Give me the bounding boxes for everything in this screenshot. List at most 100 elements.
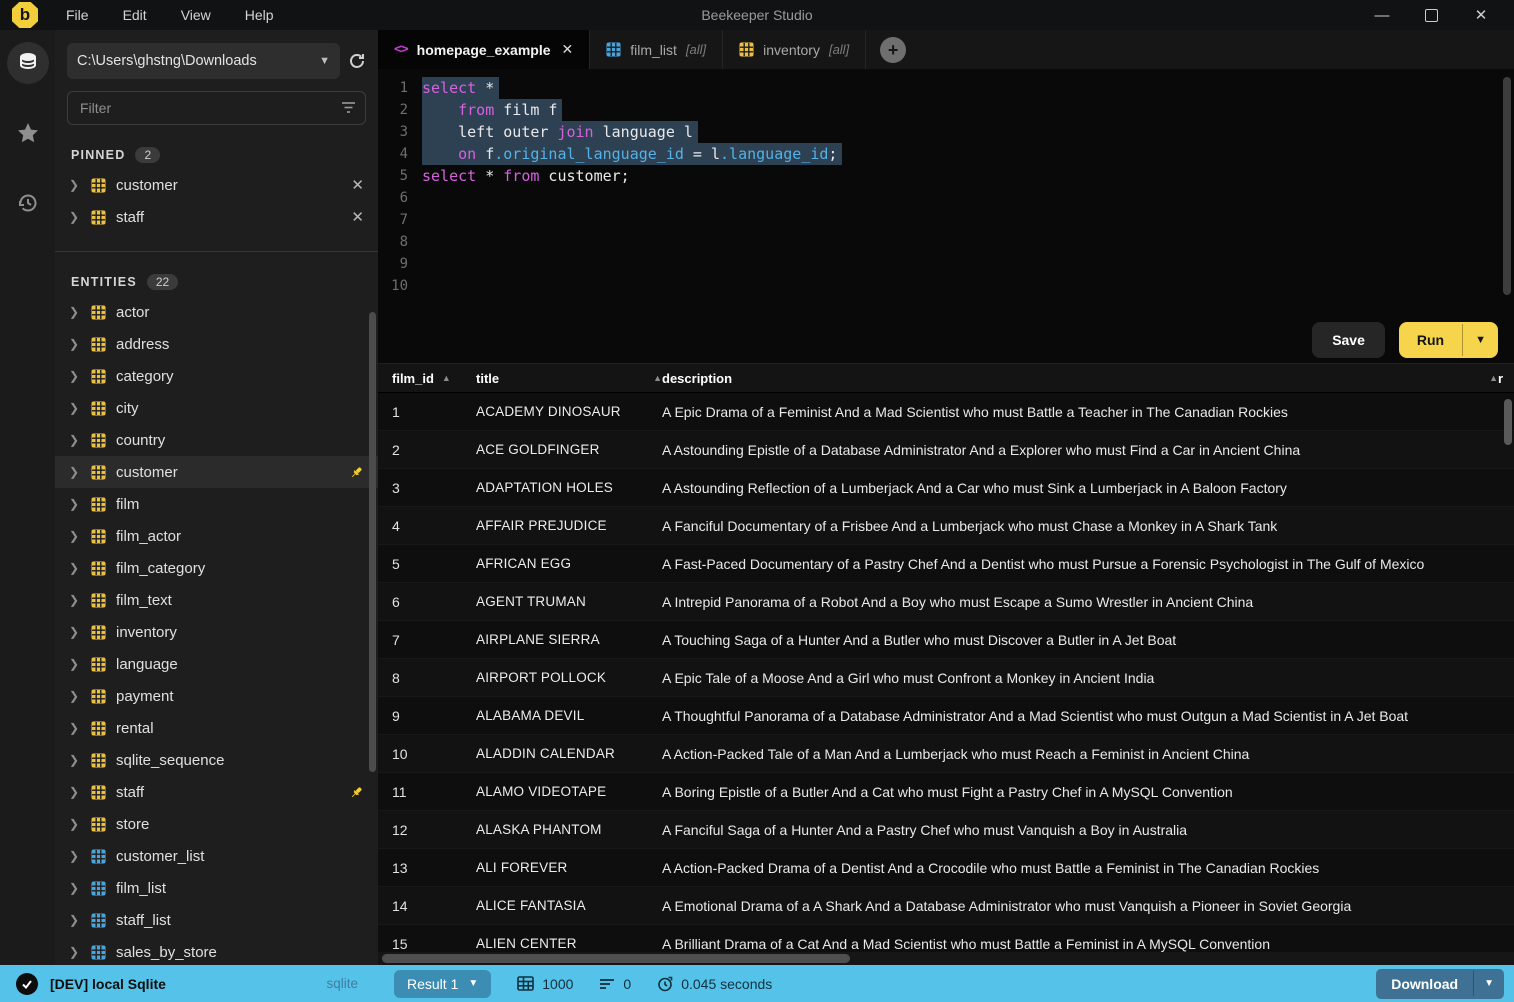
tab-inventory[interactable]: inventory [all]	[723, 30, 867, 69]
chevron-right-icon[interactable]: ❯	[69, 305, 85, 319]
chevron-right-icon[interactable]: ❯	[69, 817, 85, 831]
table-row[interactable]: 10 ALADDIN CALENDAR A Action-Packed Tale o…	[378, 735, 1514, 773]
chevron-right-icon[interactable]: ❯	[69, 881, 85, 895]
sidebar-item-address[interactable]: ❯ address	[55, 328, 378, 360]
sort-asc-icon[interactable]: ▲	[442, 373, 451, 383]
column-header-film_id[interactable]: film_id ▲	[392, 371, 476, 386]
results-horizontal-scrollbar[interactable]	[378, 952, 1514, 965]
table-row[interactable]: 6 AGENT TRUMAN A Intrepid Panorama of a Ro…	[378, 583, 1514, 621]
chevron-right-icon[interactable]: ❯	[69, 657, 85, 671]
chevron-right-icon[interactable]: ❯	[69, 465, 85, 479]
sidebar-item-film_category[interactable]: ❯ film_category	[55, 552, 378, 584]
chevron-right-icon[interactable]: ❯	[69, 689, 85, 703]
sidebar-item-staff[interactable]: ❯ staff ✕	[55, 201, 378, 233]
chevron-right-icon[interactable]: ❯	[69, 625, 85, 639]
table-row[interactable]: 9 ALABAMA DEVIL A Thoughtful Panorama of a…	[378, 697, 1514, 735]
unpin-close-icon[interactable]: ✕	[351, 176, 364, 194]
table-row[interactable]: 3 ADAPTATION HOLES A Astounding Reflection…	[378, 469, 1514, 507]
menu-file[interactable]: File	[66, 7, 89, 23]
table-row[interactable]: 2 ACE GOLDFINGER A Astounding Epistle of a…	[378, 431, 1514, 469]
table-row[interactable]: 4 AFFAIR PREJUDICE A Fanciful Documentary …	[378, 507, 1514, 545]
filter-input[interactable]	[67, 91, 366, 125]
scrollbar-thumb[interactable]	[382, 954, 850, 963]
chevron-right-icon[interactable]: ❯	[69, 945, 85, 959]
sort-asc-icon[interactable]: ▲	[653, 373, 662, 383]
menu-help[interactable]: Help	[245, 7, 274, 23]
save-button[interactable]: Save	[1312, 322, 1385, 358]
chevron-right-icon[interactable]: ❯	[69, 913, 85, 927]
column-header-description[interactable]: description ▲	[662, 371, 1498, 386]
connection-dropdown[interactable]: C:\Users\ghstng\Downloads ▼	[67, 43, 340, 79]
chevron-right-icon[interactable]: ❯	[69, 721, 85, 735]
sidebar-item-staff_list[interactable]: ❯ staff_list	[55, 904, 378, 936]
sidebar-scrollbar[interactable]	[369, 312, 376, 772]
sidebar-item-sales_by_store[interactable]: ❯ sales_by_store	[55, 936, 378, 965]
database-icon[interactable]	[6, 42, 49, 84]
sidebar-item-film_text[interactable]: ❯ film_text	[55, 584, 378, 616]
minimize-button[interactable]: —	[1373, 7, 1391, 24]
run-button[interactable]: Run ▼	[1398, 322, 1498, 358]
sidebar-item-rental[interactable]: ❯ rental	[55, 712, 378, 744]
sidebar-item-inventory[interactable]: ❯ inventory	[55, 616, 378, 648]
sidebar-item-category[interactable]: ❯ category	[55, 360, 378, 392]
chevron-right-icon[interactable]: ❯	[69, 785, 85, 799]
results-vertical-scrollbar[interactable]	[1504, 399, 1512, 445]
sidebar-item-film[interactable]: ❯ film	[55, 488, 378, 520]
chevron-right-icon[interactable]: ❯	[69, 369, 85, 383]
sidebar-item-language[interactable]: ❯ language	[55, 648, 378, 680]
pin-icon[interactable]	[349, 465, 364, 480]
table-row[interactable]: 11 ALAMO VIDEOTAPE A Boring Epistle of a B…	[378, 773, 1514, 811]
sidebar-item-staff[interactable]: ❯ staff	[55, 776, 378, 808]
download-button[interactable]: Download ▼	[1376, 968, 1504, 999]
tab-homepage_example[interactable]: <> homepage_example ✕	[378, 30, 591, 69]
chevron-right-icon[interactable]: ❯	[69, 337, 85, 351]
chevron-right-icon[interactable]: ❯	[69, 401, 85, 415]
unpin-close-icon[interactable]: ✕	[351, 208, 364, 226]
menu-view[interactable]: View	[181, 7, 211, 23]
chevron-right-icon[interactable]: ❯	[69, 497, 85, 511]
sidebar-item-country[interactable]: ❯ country	[55, 424, 378, 456]
sidebar-item-city[interactable]: ❯ city	[55, 392, 378, 424]
new-tab-button[interactable]: +	[880, 36, 907, 63]
table-row[interactable]: 14 ALICE FANTASIA A Emotional Drama of a A…	[378, 887, 1514, 925]
sort-asc-icon[interactable]: ▲	[1489, 373, 1498, 383]
tab-close-icon[interactable]: ✕	[562, 41, 574, 58]
sidebar-item-payment[interactable]: ❯ payment	[55, 680, 378, 712]
table-row[interactable]: 5 AFRICAN EGG A Fast-Paced Documentary of …	[378, 545, 1514, 583]
sidebar-item-customer[interactable]: ❯ customer ✕	[55, 169, 378, 201]
table-row[interactable]: 7 AIRPLANE SIERRA A Touching Saga of a Hun…	[378, 621, 1514, 659]
sidebar-item-customer_list[interactable]: ❯ customer_list	[55, 840, 378, 872]
close-button[interactable]: ✕	[1472, 6, 1490, 24]
maximize-button[interactable]: □	[1425, 8, 1438, 22]
chevron-right-icon[interactable]: ❯	[69, 849, 85, 863]
refresh-icon[interactable]	[348, 52, 366, 70]
chevron-right-icon[interactable]: ❯	[69, 433, 85, 447]
menu-edit[interactable]: Edit	[123, 7, 147, 23]
chevron-right-icon[interactable]: ❯	[69, 210, 85, 224]
editor-scrollbar[interactable]	[1503, 77, 1511, 295]
favorites-star-icon[interactable]	[7, 112, 49, 154]
table-row[interactable]: 13 ALI FOREVER A Action-Packed Drama of a …	[378, 849, 1514, 887]
sidebar-item-customer[interactable]: ❯ customer	[55, 456, 378, 488]
chevron-right-icon[interactable]: ❯	[69, 529, 85, 543]
sidebar-item-film_actor[interactable]: ❯ film_actor	[55, 520, 378, 552]
pin-icon[interactable]	[349, 785, 364, 800]
sidebar-item-actor[interactable]: ❯ actor	[55, 296, 378, 328]
sidebar-item-store[interactable]: ❯ store	[55, 808, 378, 840]
sql-editor[interactable]: 1 select * 2 from film f3 left outer join …	[378, 69, 1514, 317]
sidebar-item-film_list[interactable]: ❯ film_list	[55, 872, 378, 904]
history-icon[interactable]	[7, 182, 49, 224]
sidebar-item-sqlite_sequence[interactable]: ❯ sqlite_sequence	[55, 744, 378, 776]
chevron-right-icon[interactable]: ❯	[69, 753, 85, 767]
table-row[interactable]: 8 AIRPORT POLLOCK A Epic Tale of a Moose A…	[378, 659, 1514, 697]
table-row[interactable]: 1 ACADEMY DINOSAUR A Epic Drama of a Femin…	[378, 393, 1514, 431]
chevron-right-icon[interactable]: ❯	[69, 178, 85, 192]
tab-film_list[interactable]: film_list [all]	[590, 30, 724, 69]
result-selector[interactable]: Result 1 ▼	[394, 969, 492, 998]
chevron-right-icon[interactable]: ❯	[69, 561, 85, 575]
table-row[interactable]: 12 ALASKA PHANTOM A Fanciful Saga of a Hun…	[378, 811, 1514, 849]
chevron-right-icon[interactable]: ❯	[69, 593, 85, 607]
download-caret-icon[interactable]: ▼	[1473, 971, 1504, 996]
run-dropdown-caret-icon[interactable]: ▼	[1462, 324, 1498, 356]
column-header-title[interactable]: title ▲	[476, 371, 662, 386]
